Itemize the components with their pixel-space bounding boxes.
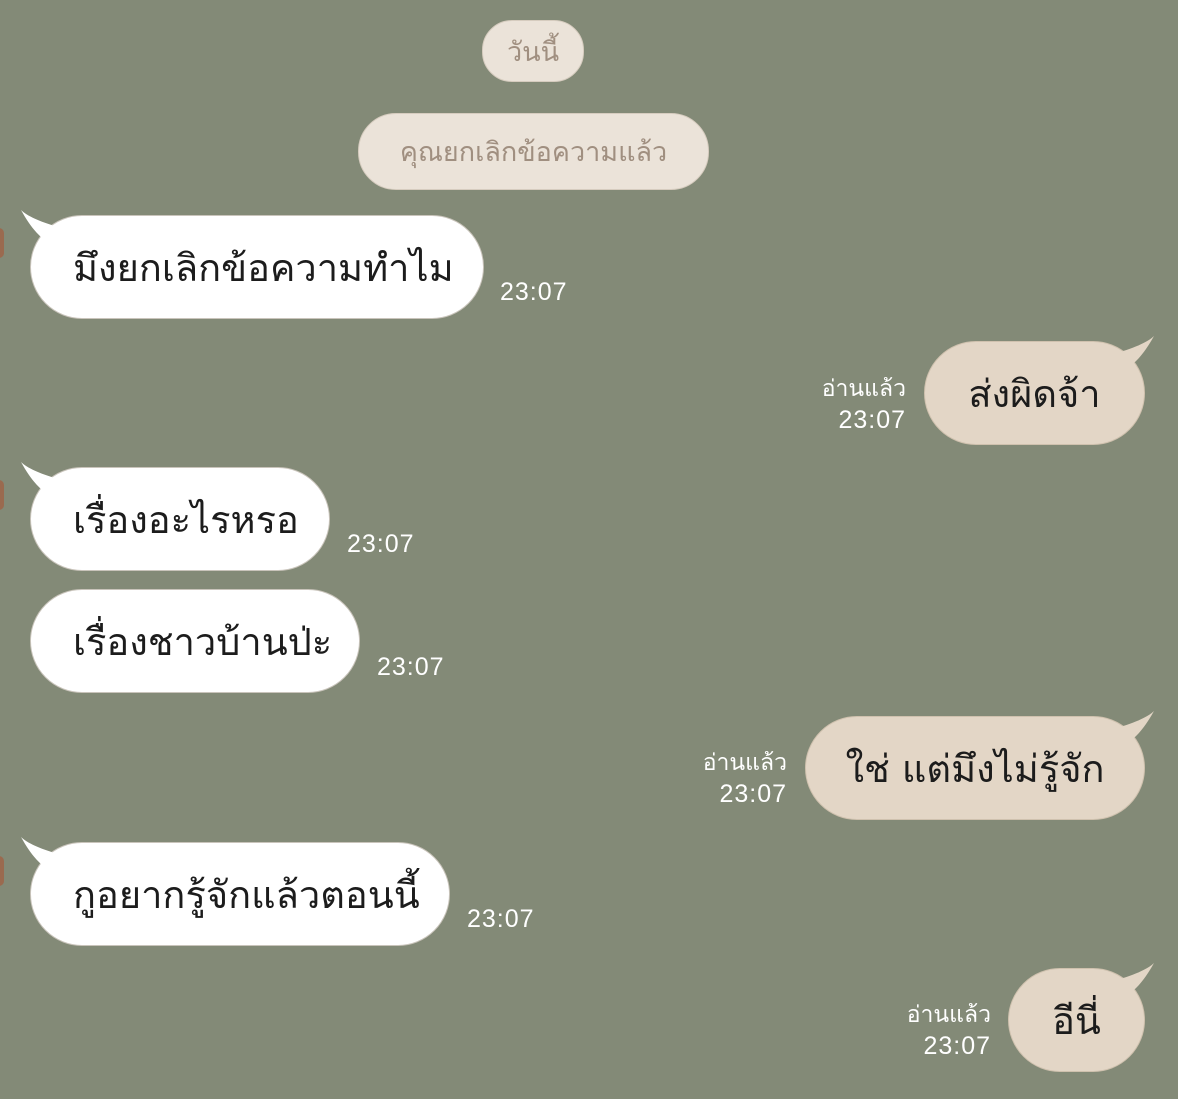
bubble-tail: [1120, 963, 1154, 999]
message-text: มึงยกเลิกข้อความทำไม: [73, 245, 454, 290]
message-text: ใช่ แต่มึงไม่รู้จัก: [845, 746, 1105, 791]
bubble-tail: [1120, 711, 1154, 747]
system-notice-text: คุณยกเลิกข้อความแล้ว: [399, 137, 668, 168]
message-time: 23:07: [377, 653, 445, 681]
incoming-message[interactable]: เรื่องชาวบ้านป่ะ: [30, 589, 360, 693]
bubble-tail: [21, 210, 55, 246]
incoming-message[interactable]: เรื่องอะไรหรอ: [21, 462, 330, 571]
message-meta: อ่านแล้ว 23:07: [822, 372, 906, 436]
incoming-message[interactable]: กูอยากรู้จักแล้วตอนนี้: [21, 837, 450, 946]
date-label: วันนี้: [506, 36, 560, 68]
message-time: 23:07: [719, 780, 787, 808]
avatar[interactable]: [0, 480, 4, 510]
message-time: 23:07: [838, 406, 906, 434]
date-separator: วันนี้: [482, 20, 584, 82]
message-time: 23:07: [347, 530, 415, 558]
message-time: 23:07: [923, 1032, 991, 1060]
bubble-tail: [21, 837, 55, 873]
incoming-message[interactable]: มึงยกเลิกข้อความทำไม: [21, 210, 484, 319]
message-meta: อ่านแล้ว 23:07: [907, 998, 991, 1062]
message-text: ส่งผิดจ้า: [968, 371, 1101, 416]
message-text: อีนี่: [1052, 998, 1101, 1043]
read-receipt: อ่านแล้ว: [702, 749, 787, 775]
message-text: เรื่องชาวบ้านป่ะ: [73, 619, 333, 664]
system-notice: คุณยกเลิกข้อความแล้ว: [358, 113, 709, 190]
message-text: กูอยากรู้จักแล้วตอนนี้: [73, 872, 420, 917]
bubble-tail: [21, 462, 55, 498]
avatar[interactable]: [0, 856, 4, 886]
avatar[interactable]: [0, 228, 4, 258]
outgoing-message[interactable]: ใช่ แต่มึงไม่รู้จัก: [805, 711, 1154, 820]
outgoing-message[interactable]: อีนี่: [1008, 963, 1154, 1072]
read-receipt: อ่านแล้ว: [906, 1001, 991, 1027]
message-time: 23:07: [500, 278, 568, 306]
message-meta: อ่านแล้ว 23:07: [703, 746, 787, 810]
message-time: 23:07: [467, 905, 535, 933]
read-receipt: อ่านแล้ว: [821, 375, 906, 401]
outgoing-message[interactable]: ส่งผิดจ้า: [924, 336, 1154, 445]
message-text: เรื่องอะไรหรอ: [73, 497, 299, 542]
bubble-tail: [1120, 336, 1154, 372]
